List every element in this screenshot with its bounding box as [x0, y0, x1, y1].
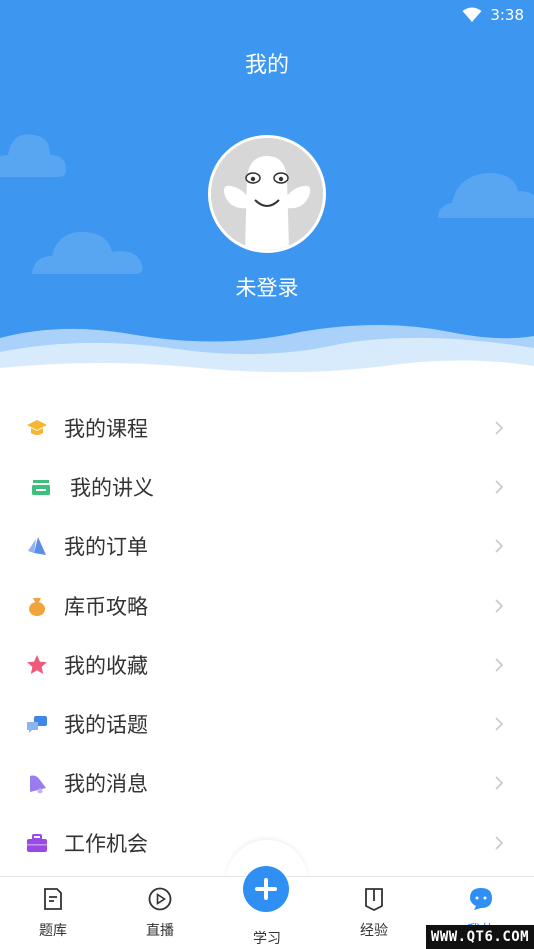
wifi-icon: [462, 7, 482, 22]
cloud-decoration-left: [32, 231, 143, 274]
chevron-right-icon: [495, 776, 504, 790]
nav-item-experience[interactable]: 经验: [329, 876, 419, 949]
order-icon: [26, 535, 48, 557]
briefcase-icon: [26, 832, 48, 854]
menu-item-my-favorites[interactable]: 我的收藏: [0, 635, 534, 694]
chevron-right-icon: [495, 598, 504, 613]
menu-item-my-messages[interactable]: 我的消息: [0, 754, 534, 813]
login-status[interactable]: 未登录: [0, 272, 534, 302]
cloud-decoration-right: [438, 173, 534, 218]
page-title: 我的: [244, 53, 289, 78]
menu-label: 库币攻略: [64, 594, 148, 619]
money-bag-icon: [26, 595, 48, 617]
menu-label: 我的订单: [64, 535, 148, 560]
status-time: 3:38: [490, 6, 524, 24]
chat-face-icon: [470, 888, 492, 910]
menu-item-my-orders[interactable]: 我的订单: [0, 517, 534, 576]
chevron-right-icon: [495, 421, 504, 435]
chevron-right-icon: [495, 836, 504, 850]
menu-label: 我的消息: [64, 772, 148, 797]
avatar[interactable]: [208, 135, 326, 253]
nav-item-live[interactable]: 直播: [115, 876, 205, 949]
chevron-right-icon: [495, 480, 504, 494]
nav-item-question-bank[interactable]: 题库: [8, 876, 98, 949]
status-bar: 3:38: [462, 0, 534, 30]
graduation-cap-icon: [26, 417, 48, 439]
chevron-right-icon: [495, 658, 504, 672]
menu-item-my-topics[interactable]: 我的话题: [0, 694, 534, 753]
question-bank-icon: [44, 888, 62, 910]
nav-label: 直播: [146, 923, 174, 939]
menu-list: 我的课程 我的讲义 我的订单 库币攻略 我的收藏 我的话题 我的消息 工作机会: [0, 398, 534, 872]
bell-icon: [26, 772, 48, 794]
chat-bubbles-icon: [26, 713, 48, 735]
menu-label: 我的话题: [64, 713, 148, 738]
chevron-right-icon: [495, 539, 504, 553]
menu-label: 我的收藏: [64, 653, 148, 678]
menu-item-my-handouts[interactable]: 我的讲义: [0, 457, 534, 516]
cloud-decoration-left-top: [0, 134, 66, 177]
chevron-right-icon: [495, 717, 504, 731]
watermark: WWW.QT6.COM: [426, 925, 534, 949]
menu-item-my-courses[interactable]: 我的课程: [0, 398, 534, 457]
menu-item-coin-guide[interactable]: 库币攻略: [0, 576, 534, 635]
star-icon: [26, 654, 48, 676]
nav-label: 经验: [360, 923, 388, 939]
profile-header: 3:38 我的 未登录: [0, 0, 534, 390]
avatar-character-icon: [211, 138, 323, 250]
wave-decoration: [0, 325, 534, 390]
menu-label: 我的讲义: [70, 475, 154, 500]
nav-label: 学习: [253, 931, 281, 947]
menu-label: 我的课程: [64, 416, 148, 441]
nav-item-study[interactable]: 学习: [222, 876, 312, 949]
menu-label: 工作机会: [64, 831, 148, 856]
bookmark-icon: [365, 888, 383, 912]
handout-icon: [30, 476, 52, 498]
nav-label: 题库: [39, 923, 67, 939]
play-icon: [148, 887, 172, 911]
